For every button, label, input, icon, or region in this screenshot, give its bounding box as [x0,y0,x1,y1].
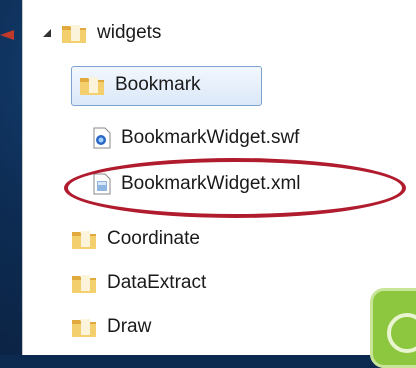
xml-file-icon [93,173,111,195]
tree-item-bookmark[interactable]: Bookmark [79,74,201,96]
tree-item-draw[interactable]: Draw [71,316,151,338]
tree-item-label: Coordinate [107,228,200,249]
tree-item-widgets[interactable]: widgets [41,22,161,44]
tree-item-coordinate[interactable]: Coordinate [71,228,200,250]
folder-icon [62,25,86,43]
folder-icon [72,231,96,249]
folder-icon [72,275,96,293]
corner-decoration [370,288,416,368]
tree-item-label: DataExtract [107,272,207,293]
folder-icon [72,319,96,337]
tree-item-label: widgets [97,22,162,43]
tree-item-label: Bookmark [115,74,201,95]
expanded-triangle-icon[interactable] [41,27,53,39]
tree-item-bookmarkwidget-swf[interactable]: BookmarkWidget.swf [93,127,299,149]
tree-item-bookmarkwidget-xml[interactable]: BookmarkWidget.xml [93,173,301,195]
tree-item-dataextract[interactable]: DataExtract [71,272,206,294]
tree-item-label: BookmarkWidget.swf [121,127,300,148]
tree-item-label: BookmarkWidget.xml [121,173,301,194]
folder-icon [80,77,104,95]
tree-item-label: Draw [107,316,152,337]
swf-file-icon [93,127,111,149]
file-explorer-tree: widgets Bookmark BookmarkWidget.swf Book… [22,0,416,355]
pointer-arrow-icon [0,30,14,40]
